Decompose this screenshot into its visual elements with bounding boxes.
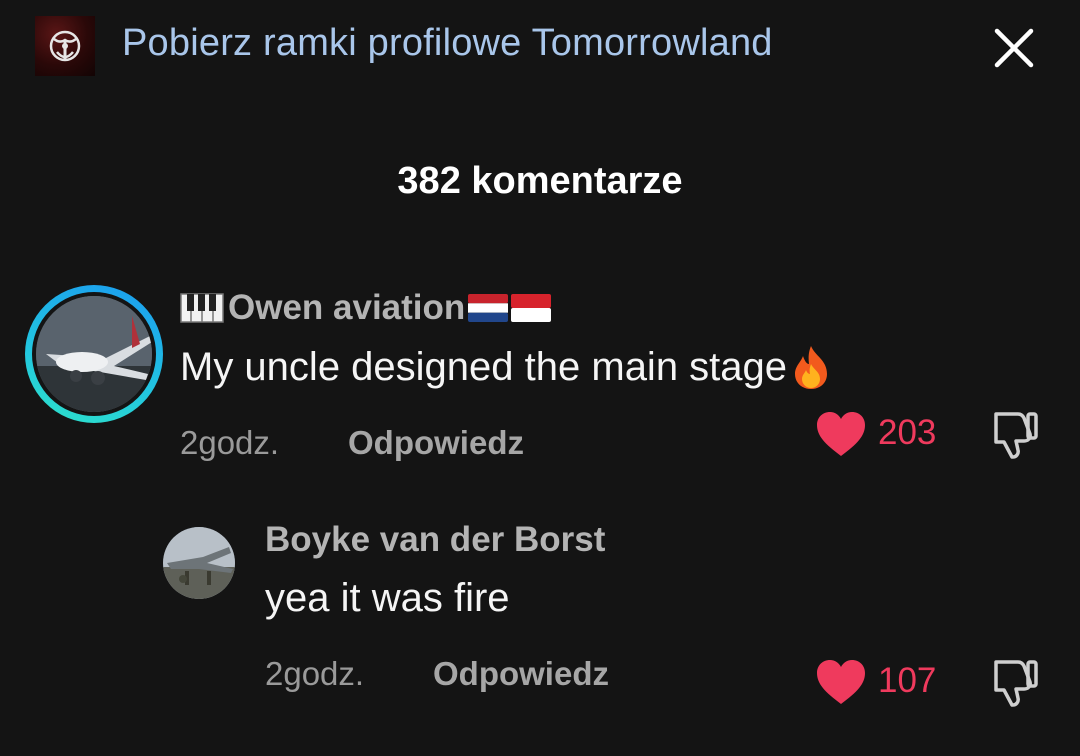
like-count: 203 (878, 413, 937, 452)
close-button[interactable] (990, 24, 1038, 72)
heart-icon (817, 660, 865, 704)
comment-timestamp: 2godz. (180, 424, 280, 461)
thumbs-down-icon (994, 412, 1038, 459)
fire-icon (795, 346, 828, 389)
indonesia-flag-icon (511, 294, 552, 322)
piano-keys-icon (180, 293, 224, 323)
heart-icon (817, 412, 865, 456)
avatar[interactable] (32, 292, 156, 416)
dislike-button[interactable] (988, 408, 1040, 460)
like-button[interactable] (815, 658, 867, 706)
thumbs-down-icon (994, 660, 1038, 707)
username-label[interactable]: Owen aviation (228, 288, 465, 328)
netherlands-flag-icon (468, 294, 509, 322)
banner-title[interactable]: Pobierz ramki profilowe Tomorrowland (122, 22, 773, 65)
reply-button[interactable]: Odpowiedz (348, 424, 524, 462)
comment-text-label: My uncle designed the main stage (180, 344, 788, 389)
comment-timestamp: 2godz. (265, 655, 365, 692)
fighter-jet-photo-icon (163, 527, 235, 599)
dislike-button[interactable] (988, 656, 1040, 708)
tomorrowland-logo (35, 16, 95, 76)
comment-username[interactable]: Owen aviation (180, 288, 552, 328)
close-icon (994, 28, 1034, 68)
avatar[interactable] (163, 527, 235, 599)
reply-button[interactable]: Odpowiedz (433, 655, 609, 693)
like-button[interactable] (815, 410, 867, 458)
comment-text: My uncle designed the main stage (180, 344, 833, 390)
comments-count-title: 382 komentarze (397, 160, 683, 202)
comment-text: yea it was fire (265, 576, 510, 620)
avatar-story-ring[interactable] (25, 285, 163, 423)
comment-username[interactable]: Boyke van der Borst (265, 520, 605, 560)
like-count: 107 (878, 661, 937, 700)
airplane-photo-icon (36, 296, 152, 412)
promo-banner[interactable]: Pobierz ramki profilowe Tomorrowland (0, 0, 1080, 95)
